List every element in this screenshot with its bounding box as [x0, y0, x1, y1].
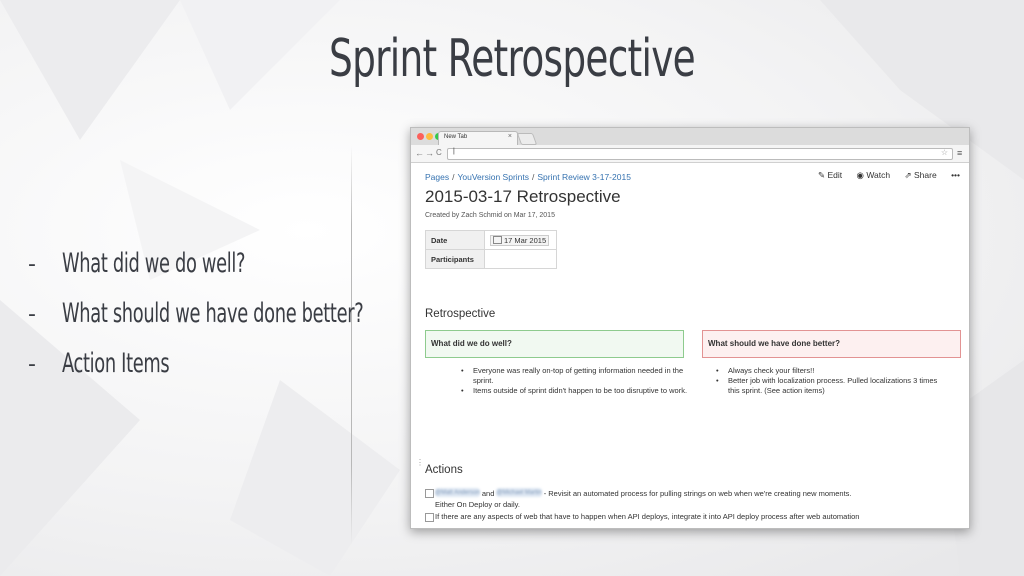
participants-value: [484, 249, 557, 269]
bullet-dash: -: [28, 352, 36, 377]
new-tab-button[interactable]: [516, 133, 538, 145]
page-actions: ✎ Edit ◉ Watch ⇗ Share •••: [806, 170, 960, 181]
bullet-text: What should we have done better?: [62, 298, 364, 329]
browser-toolbar: ← → C | ☆ ≡: [411, 145, 969, 163]
tab-new-tab[interactable]: New Tab ×: [438, 131, 518, 146]
tab-bar: New Tab ×: [411, 128, 969, 146]
breadcrumb-pages[interactable]: Pages: [425, 172, 449, 182]
good-list: Everyone was really on-top of getting in…: [461, 366, 691, 396]
table-row: Participants: [425, 249, 557, 269]
forward-icon[interactable]: →: [425, 148, 434, 158]
bullet-item: - Action Items: [28, 348, 368, 398]
bad-panel: What should we have done better?: [702, 330, 961, 358]
share-icon: ⇗: [904, 170, 912, 180]
task-checkbox[interactable]: [425, 489, 434, 498]
minimize-window-icon[interactable]: [426, 133, 433, 140]
share-button[interactable]: ⇗ Share: [905, 170, 937, 180]
list-item: Everyone was really on-top of getting in…: [461, 366, 691, 386]
page-content: Pages / YouVersion Sprints / Sprint Review 3…: [425, 170, 961, 522]
breadcrumb-separator: /: [532, 172, 535, 182]
action-text: - Revisit an automated process for pulli…: [543, 489, 852, 498]
browser-screenshot: New Tab × ← → C | ☆ ≡ ⋮ Pages / YouVersion…: [410, 127, 970, 529]
bookmark-star-icon[interactable]: ☆: [941, 148, 948, 157]
participants-label: Participants: [425, 249, 485, 269]
page-byline: Created by Zach Schmid on Mar 17, 2015: [425, 212, 555, 219]
list-item: Better job with localization process. Pu…: [716, 376, 946, 396]
action-item: If there are any aspects of web that hav…: [425, 512, 860, 522]
user-mention[interactable]: @Matt Anderson: [435, 488, 480, 497]
bad-list: Always check your filters!! Better job w…: [716, 366, 946, 396]
meta-table: Date 17 Mar 2015 Participants: [425, 230, 557, 269]
actions-heading: Actions: [425, 464, 463, 476]
bullet-text: What did we do well?: [62, 248, 246, 279]
good-panel: What did we do well?: [425, 330, 684, 358]
breadcrumb-sprint-review[interactable]: Sprint Review 3-17-2015: [537, 172, 631, 182]
pencil-icon: ✎: [818, 170, 826, 180]
bullet-item: - What did we do well?: [28, 248, 368, 298]
tab-label: New Tab: [444, 134, 468, 140]
date-cell: 17 Mar 2015: [484, 230, 557, 250]
menu-icon[interactable]: ≡: [957, 148, 962, 158]
share-label: Share: [914, 170, 937, 180]
tab-close-icon[interactable]: ×: [508, 133, 512, 140]
calendar-icon: [493, 235, 502, 244]
breadcrumb-separator: /: [452, 172, 455, 182]
date-lozenge[interactable]: 17 Mar 2015: [490, 234, 550, 246]
eye-icon: ◉: [856, 170, 864, 180]
address-value: |: [453, 148, 455, 155]
bullet-list: - What did we do well? - What should we …: [28, 248, 368, 398]
back-icon[interactable]: ←: [415, 148, 424, 158]
and-text: and: [481, 489, 495, 498]
more-actions-button[interactable]: •••: [951, 170, 960, 180]
close-window-icon[interactable]: [417, 133, 424, 140]
date-value: 17 Mar 2015: [504, 235, 547, 245]
address-bar[interactable]: | ☆: [447, 148, 953, 160]
bullet-dash: -: [28, 252, 36, 277]
watch-button[interactable]: ◉ Watch: [857, 170, 891, 180]
list-item: Items outside of sprint didn't happen to…: [461, 386, 691, 396]
edit-button[interactable]: ✎ Edit: [818, 170, 842, 180]
bad-panel-title: What should we have done better?: [708, 339, 841, 348]
page-title: 2015-03-17 Retrospective: [425, 187, 621, 206]
good-panel-title: What did we do well?: [431, 339, 512, 348]
breadcrumb-youversion-sprints[interactable]: YouVersion Sprints: [457, 172, 529, 182]
edit-label: Edit: [827, 170, 843, 180]
bullet-text: Action Items: [62, 348, 170, 379]
table-row: Date 17 Mar 2015: [425, 230, 557, 250]
slide-title: Sprint Retrospective: [329, 29, 696, 89]
retrospective-heading: Retrospective: [425, 308, 496, 320]
action-text: If there are any aspects of web that hav…: [435, 512, 860, 521]
action-item-continued: Either On Deploy or daily.: [435, 500, 520, 509]
action-item: @Matt Anderson and @Michael Martin - Rev…: [425, 488, 852, 499]
watch-label: Watch: [866, 170, 891, 180]
task-checkbox[interactable]: [425, 513, 434, 522]
reload-icon[interactable]: C: [436, 148, 442, 158]
resize-handle-icon[interactable]: ⋮: [416, 458, 424, 467]
list-item: Always check your filters!!: [716, 366, 946, 376]
bullet-dash: -: [28, 302, 36, 327]
user-mention[interactable]: @Michael Martin: [496, 488, 542, 497]
bullet-item: - What should we have done better?: [28, 298, 368, 348]
date-label: Date: [425, 230, 485, 250]
